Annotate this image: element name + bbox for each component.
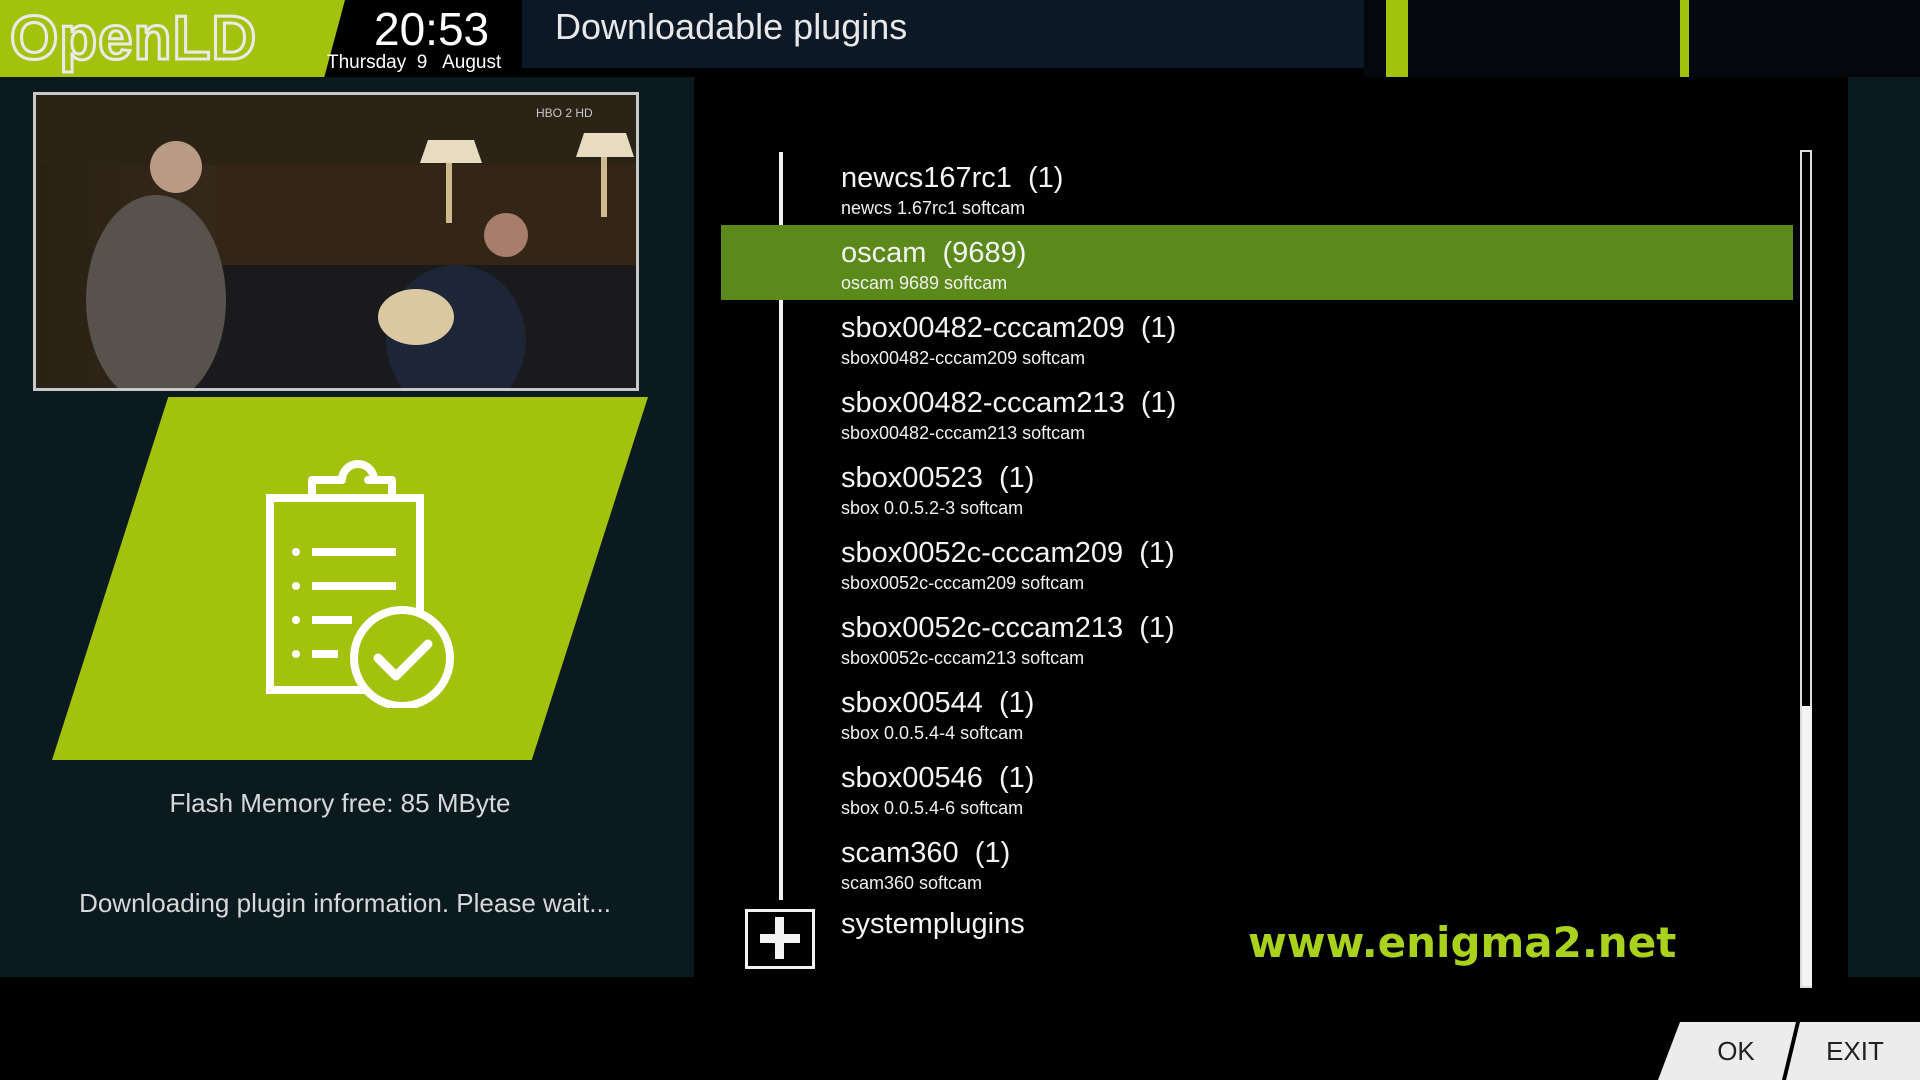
right-edge-panel [1848, 77, 1920, 977]
plugin-description: sbox0052c-cccam209 softcam [841, 573, 1085, 593]
plugin-list-item[interactable]: sbox0052c-cccam213 (1) sbox0052c-cccam21… [721, 600, 1793, 675]
exit-button[interactable]: EXIT [1800, 1022, 1910, 1080]
plugin-description: newcs 1.67rc1 softcam [841, 198, 1026, 218]
plugin-name: scam360 (1) [841, 837, 1011, 869]
plugin-name: sbox00482-cccam209 (1) [841, 312, 1177, 344]
plugin-name: oscam (9689) [841, 237, 1027, 269]
plugin-description: sbox 0.0.5.2-3 softcam [841, 498, 1024, 518]
plugin-list-item[interactable]: sbox00482-cccam209 (1) sbox00482-cccam20… [721, 300, 1793, 375]
accent-bar [1680, 0, 1689, 77]
plugin-description: sbox 0.0.5.4-6 softcam [841, 798, 1024, 818]
plugin-name: newcs167rc1 (1) [841, 162, 1064, 194]
plugin-name: sbox00482-cccam213 (1) [841, 387, 1177, 419]
category-systemplugins[interactable]: systemplugins [841, 908, 1025, 941]
watermark: www.enigma2.net [1248, 918, 1677, 967]
status-message: Downloading plugin information. Please w… [79, 888, 611, 918]
plugin-description: sbox 0.0.5.4-4 softcam [841, 723, 1024, 743]
plugin-description: sbox0052c-cccam213 softcam [841, 648, 1085, 668]
channel-logo: HBO 2 HD [536, 106, 593, 120]
top-right-area [1364, 0, 1920, 77]
plugin-list-item[interactable]: sbox00546 (1) sbox 0.0.5.4-6 softcam [721, 750, 1793, 825]
plugin-list-item[interactable]: newcs167rc1 (1) newcs 1.67rc1 softcam [721, 150, 1793, 225]
accent-bar [1386, 0, 1408, 77]
clock-date: Thursday 9 August [327, 52, 502, 73]
plugin-description: scam360 softcam [841, 873, 983, 893]
plugin-list-item-selected[interactable]: oscam (9689) oscam 9689 softcam [721, 225, 1793, 300]
ok-button[interactable]: OK [1690, 1022, 1782, 1080]
plus-icon-vertical [775, 917, 784, 959]
flash-memory-info: Flash Memory free: 85 MByte [169, 788, 511, 818]
plugin-description: sbox00482-cccam213 softcam [841, 423, 1086, 443]
plugin-description: sbox00482-cccam209 softcam [841, 348, 1086, 368]
plugin-name: sbox00544 (1) [841, 687, 1035, 719]
plugin-list-item[interactable]: sbox00482-cccam213 (1) sbox00482-cccam21… [721, 375, 1793, 450]
plugin-list-item[interactable]: sbox00544 (1) sbox 0.0.5.4-4 softcam [721, 675, 1793, 750]
clock-time: 20:53 [374, 3, 490, 55]
plugin-name: sbox0052c-cccam213 (1) [841, 612, 1175, 644]
plugin-name: sbox00523 (1) [841, 462, 1035, 494]
plugin-list-item[interactable]: sbox00523 (1) sbox 0.0.5.2-3 softcam [721, 450, 1793, 525]
plugin-name: sbox00546 (1) [841, 762, 1035, 794]
plugin-description: oscam 9689 softcam [841, 273, 1008, 293]
openld-logo: OpenLD [8, 3, 258, 75]
scrollbar-thumb[interactable] [1802, 706, 1812, 986]
plugin-list-item[interactable]: scam360 (1) scam360 softcam [721, 825, 1793, 900]
plugin-name: sbox0052c-cccam209 (1) [841, 537, 1175, 569]
tv-preview: HBO 2 HD [33, 92, 639, 391]
page-title: Downloadable plugins [555, 6, 908, 47]
tv-preview-image: HBO 2 HD [36, 95, 636, 388]
plugin-list-item[interactable]: sbox0052c-cccam209 (1) sbox0052c-cccam20… [721, 525, 1793, 600]
clipboard-check-icon [266, 460, 454, 708]
